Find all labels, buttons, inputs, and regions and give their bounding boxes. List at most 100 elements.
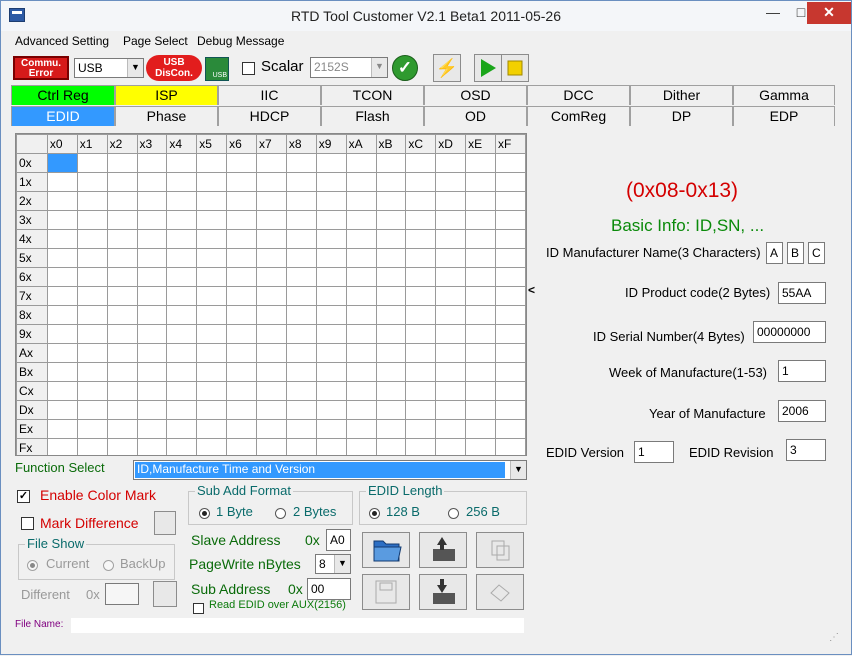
grid-cell[interactable]: [46, 419, 78, 439]
grid-cell[interactable]: [345, 286, 377, 306]
grid-cell[interactable]: [196, 381, 228, 401]
grid-cell[interactable]: [375, 381, 407, 401]
open-folder-button[interactable]: [362, 532, 410, 568]
grid-cell[interactable]: [136, 267, 168, 287]
grid-cell[interactable]: [375, 438, 407, 455]
grid-cell[interactable]: [435, 438, 467, 455]
grid-cell[interactable]: [136, 229, 168, 249]
grid-cell[interactable]: [495, 191, 526, 211]
grid-cell[interactable]: [405, 419, 437, 439]
grid-cell[interactable]: [196, 400, 228, 420]
grid-cell[interactable]: [46, 324, 78, 344]
grid-cell[interactable]: [465, 153, 497, 173]
grid-cell[interactable]: [285, 324, 317, 344]
grid-cell[interactable]: [465, 381, 497, 401]
save-disabled-button[interactable]: [362, 574, 410, 610]
grid-cell[interactable]: [495, 286, 526, 306]
paste-disabled-button[interactable]: [476, 574, 524, 610]
tab-isp[interactable]: ISP: [115, 85, 218, 105]
grid-cell[interactable]: [256, 286, 287, 306]
grid-cell[interactable]: [256, 210, 287, 230]
grid-cell[interactable]: [256, 172, 287, 192]
grid-cell[interactable]: [166, 419, 198, 439]
grid-cell[interactable]: [465, 210, 497, 230]
grid-cell[interactable]: [256, 343, 287, 363]
grid-cell[interactable]: [256, 191, 287, 211]
tab-od[interactable]: OD: [424, 106, 527, 126]
grid-cell[interactable]: [106, 324, 138, 344]
grid-cell[interactable]: [315, 248, 347, 268]
grid-cell[interactable]: [166, 229, 198, 249]
interface-select[interactable]: USB ▼: [74, 58, 144, 78]
stop-icon[interactable]: [501, 54, 529, 82]
resize-grip-icon[interactable]: ⋰: [829, 632, 839, 643]
download-chip-button[interactable]: [419, 574, 467, 610]
grid-cell[interactable]: [495, 438, 526, 455]
grid-cell[interactable]: [46, 210, 78, 230]
grid-cell[interactable]: [465, 419, 497, 439]
grid-cell[interactable]: [196, 286, 228, 306]
grid-cell[interactable]: [196, 248, 228, 268]
grid-cell[interactable]: [405, 172, 437, 192]
grid-cell[interactable]: [136, 400, 168, 420]
upload-chip-button[interactable]: [419, 532, 467, 568]
grid-cell[interactable]: [285, 438, 317, 455]
grid-cell[interactable]: [435, 153, 467, 173]
grid-cell[interactable]: [76, 324, 108, 344]
grid-cell[interactable]: [226, 305, 257, 325]
grid-cell[interactable]: [495, 267, 526, 287]
grid-cell[interactable]: [495, 210, 526, 230]
grid-cell[interactable]: [315, 400, 347, 420]
tab-edid[interactable]: EDID: [11, 106, 115, 126]
tab-hdcp[interactable]: HDCP: [218, 106, 321, 126]
grid-cell[interactable]: [46, 229, 78, 249]
tab-ctrl-reg[interactable]: Ctrl Reg: [11, 85, 115, 105]
menu-advanced-setting[interactable]: Advanced Setting: [15, 34, 109, 48]
grid-cell[interactable]: [345, 267, 377, 287]
grid-cell[interactable]: [345, 438, 377, 455]
grid-cell[interactable]: [76, 210, 108, 230]
grid-cell[interactable]: [465, 400, 497, 420]
edid-version-field[interactable]: 1: [634, 441, 674, 463]
grid-cell[interactable]: [435, 362, 467, 382]
product-code-field[interactable]: 55AA: [778, 282, 826, 304]
grid-cell[interactable]: [315, 153, 347, 173]
grid-cell[interactable]: [285, 400, 317, 420]
tab-flash[interactable]: Flash: [321, 106, 424, 126]
grid-cell[interactable]: [405, 153, 437, 173]
grid-cell[interactable]: [166, 267, 198, 287]
usb-disconnect-button[interactable]: USB DisCon.: [146, 55, 202, 81]
grid-cell[interactable]: [46, 438, 78, 455]
grid-cell[interactable]: [315, 210, 347, 230]
grid-cell[interactable]: [315, 267, 347, 287]
grid-cell[interactable]: [435, 172, 467, 192]
grid-cell[interactable]: [435, 305, 467, 325]
grid-cell[interactable]: [495, 400, 526, 420]
grid-cell[interactable]: [226, 419, 257, 439]
scalar-checkbox[interactable]: [242, 60, 255, 76]
grid-cell[interactable]: [405, 438, 437, 455]
grid-cell[interactable]: [345, 362, 377, 382]
grid-cell[interactable]: [196, 362, 228, 382]
grid-cell[interactable]: [375, 267, 407, 287]
length-128-radio[interactable]: [369, 505, 380, 520]
tab-phase[interactable]: Phase: [115, 106, 218, 126]
grid-cell[interactable]: [256, 229, 287, 249]
grid-cell[interactable]: [76, 229, 108, 249]
grid-cell[interactable]: [256, 267, 287, 287]
grid-cell[interactable]: [106, 267, 138, 287]
grid-cell[interactable]: [196, 210, 228, 230]
two-bytes-radio[interactable]: [275, 505, 286, 520]
grid-cell[interactable]: [375, 191, 407, 211]
grid-cell[interactable]: [76, 267, 108, 287]
grid-cell[interactable]: [345, 248, 377, 268]
grid-cell[interactable]: [136, 381, 168, 401]
grid-cell[interactable]: [345, 400, 377, 420]
grid-cell[interactable]: [196, 343, 228, 363]
grid-cell[interactable]: [76, 400, 108, 420]
grid-cell[interactable]: [285, 191, 317, 211]
grid-cell[interactable]: [226, 362, 257, 382]
grid-cell[interactable]: [166, 362, 198, 382]
grid-cell[interactable]: [106, 248, 138, 268]
different-field[interactable]: [105, 583, 139, 605]
